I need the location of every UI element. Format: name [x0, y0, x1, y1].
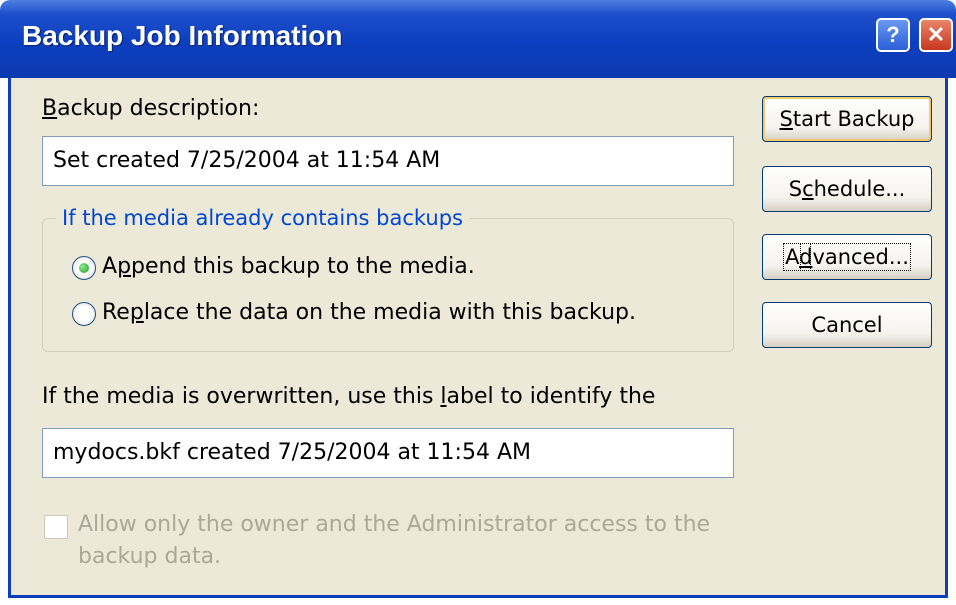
radio-selected-dot — [79, 263, 89, 273]
media-options-group-title: If the media already contains backups — [56, 206, 469, 230]
replace-radio[interactable] — [72, 302, 96, 326]
start-backup-button[interactable]: Start Backup — [762, 96, 932, 142]
append-radio-label[interactable]: Append this backup to the media. — [102, 254, 475, 279]
cancel-button[interactable]: Cancel — [762, 302, 932, 348]
help-icon[interactable]: ? — [876, 18, 910, 52]
owner-access-label-line2: backup data. — [78, 544, 222, 569]
media-label-input[interactable]: mydocs.bkf created 7/25/2004 at 11:54 AM — [42, 428, 734, 478]
owner-access-checkbox[interactable] — [44, 515, 68, 539]
media-label-prompt: If the media is overwritten, use this la… — [42, 384, 656, 409]
media-options-group — [42, 218, 734, 352]
close-icon[interactable]: ✕ — [919, 18, 953, 52]
append-radio[interactable] — [72, 256, 96, 280]
owner-access-label-line1: Allow only the owner and the Administrat… — [78, 512, 711, 537]
backup-description-input[interactable]: Set created 7/25/2004 at 11:54 AM — [42, 136, 734, 186]
schedule-button[interactable]: Schedule... — [762, 166, 932, 212]
replace-radio-label[interactable]: Replace the data on the media with this … — [102, 300, 636, 325]
dialog-title: Backup Job Information — [22, 20, 343, 51]
backup-description-label: Backup description: — [42, 96, 260, 121]
title-bar[interactable]: Backup Job Information ? ✕ — [0, 0, 956, 78]
advanced-button[interactable]: Advanced... — [762, 234, 932, 280]
backup-job-dialog: Backup Job Information ? ✕ Backup descri… — [0, 0, 956, 605]
